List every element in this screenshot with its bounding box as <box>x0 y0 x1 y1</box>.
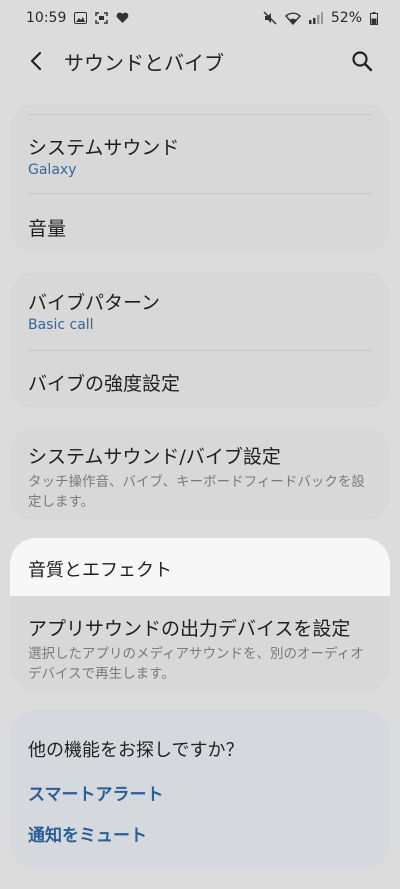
system-settings-description: タッチ操作音、バイブ、キーボードフィードバックを設定します。 <box>28 474 365 510</box>
system-settings-item[interactable]: システムサウンド/バイブ設定 タッチ操作音、バイブ、キーボードフィードバックを設… <box>10 426 390 512</box>
sound-quality-card: 音質とエフェクト アプリサウンドの出力デバイスを設定 選択したアプリのメディアサ… <box>10 538 390 692</box>
vibe-pattern-item[interactable]: バイブパターン Basic call <box>10 272 390 350</box>
clock: 10:59 <box>26 10 67 26</box>
gallery-icon <box>74 12 88 24</box>
volume-label: 音量 <box>28 218 67 240</box>
screenshot-icon <box>95 12 109 24</box>
heart-icon <box>116 12 129 24</box>
battery-percent: 52% <box>330 10 362 26</box>
system-settings-label: システムサウンド/バイブ設定 <box>28 446 281 468</box>
app-output-label: アプリサウンドの出力デバイスを設定 <box>28 618 351 640</box>
vibe-pattern-value: Basic call <box>28 317 94 333</box>
app-output-description: 選択したアプリのメディアサウンドを、別のオーディオデバイスで再生します。 <box>28 646 364 682</box>
wifi-icon <box>284 11 301 25</box>
search-icon[interactable] <box>348 47 376 75</box>
sound-quality-label: 音質とエフェクト <box>28 560 172 581</box>
more-features-card: 他の機能をお探しですか？ スマートアラート 通知をミュート <box>10 710 390 870</box>
status-left: 10:59 <box>26 10 129 26</box>
volume-item[interactable]: 音量 <box>10 194 390 254</box>
system-sound-item[interactable]: システムサウンド Galaxy <box>10 115 390 193</box>
vibration-card: バイブパターン Basic call バイブの強度設定 <box>10 272 390 408</box>
app-bar: サウンドとバイブ <box>0 36 400 86</box>
page-title: サウンドとバイブ <box>64 50 224 75</box>
vibe-intensity-item[interactable]: バイブの強度設定 <box>10 351 390 408</box>
battery-icon <box>370 11 378 25</box>
system-settings-card: システムサウンド/バイブ設定 タッチ操作音、バイブ、キーボードフィードバックを設… <box>10 426 390 520</box>
back-arrow-icon[interactable] <box>24 49 48 73</box>
vibe-pattern-label: バイブパターン <box>28 292 161 314</box>
status-right: 52% <box>263 10 378 26</box>
smart-alert-link[interactable]: スマートアラート <box>28 780 372 805</box>
status-bar: 10:59 52% <box>0 0 400 36</box>
system-sound-value: Galaxy <box>28 162 77 178</box>
more-features-title: 他の機能をお探しですか？ <box>28 740 244 761</box>
mute-icon <box>263 11 277 25</box>
sound-card: システムサウンド Galaxy 音量 <box>10 104 390 254</box>
sound-quality-item[interactable]: 音質とエフェクト <box>10 538 390 596</box>
signal-icon <box>308 12 323 24</box>
mute-notifications-link[interactable]: 通知をミュート <box>28 821 372 846</box>
app-output-item[interactable]: アプリサウンドの出力デバイスを設定 選択したアプリのメディアサウンドを、別のオー… <box>10 596 390 684</box>
system-sound-label: システムサウンド <box>28 137 180 159</box>
vibe-intensity-label: バイブの強度設定 <box>28 373 181 395</box>
